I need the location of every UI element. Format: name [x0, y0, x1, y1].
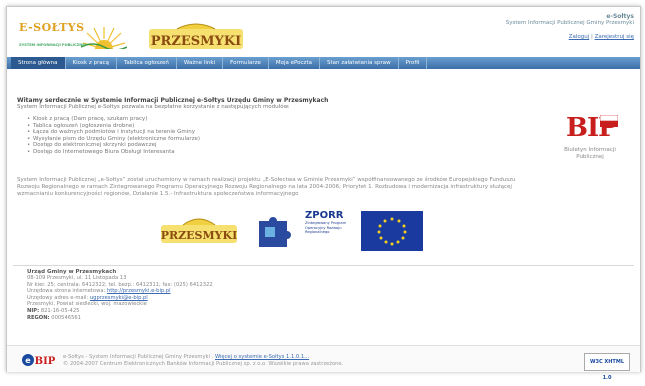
footer-copyright: © 2004-2007 Centrum Elektronicznych Bank… — [63, 361, 344, 367]
website-link[interactable]: http://przesmyki.e-bip.pl — [107, 288, 171, 294]
regon-label: REGON: — [27, 314, 50, 321]
account-area: e-Sołtys System Informacji Publicznej Gm… — [506, 13, 634, 40]
more-about-link[interactable]: Więcej o systemie e-Sołtys 1.1.0.1... — [215, 354, 309, 360]
nav-item-job-kiosk[interactable]: Kiosk z pracą — [66, 57, 117, 69]
address-line: 08-109 Przesmyki, ul. 11 Listopada 13 — [27, 275, 127, 281]
email-label: Urzędowy adres e-mail: — [27, 294, 90, 301]
system-title: System Informacji Publicznej Gminy Przes… — [505, 20, 634, 26]
zporr-logo: ZPORR Zintegrowany Program Operacyjny Ro… — [305, 210, 355, 250]
nav-item-links[interactable]: Ważne linki — [177, 57, 224, 69]
esoltys-logo[interactable]: E-SOŁTYS SYSTEM INFORMACJI PUBLICZNEJ — [19, 21, 139, 53]
project-description: System Informacji Publicznej „e-Sołtys” … — [17, 177, 516, 197]
nip-value: 821-16-05-425 — [40, 307, 80, 314]
flag-icon — [600, 115, 618, 127]
bip-caption-1: Biuletyn Informacji — [564, 147, 616, 153]
footer: e BIP e-Sołtys - System Informacji Publi… — [7, 345, 640, 381]
przesmyki-logo-text: PRZESMYKI — [151, 34, 241, 49]
regon-value: 000546561 — [51, 314, 81, 321]
nip-label: NIP: — [27, 307, 40, 314]
nav-item-profile[interactable]: Profil — [399, 57, 428, 69]
nav-item-home[interactable]: Strona główna — [11, 57, 66, 69]
brand-title: e-Sołtys — [606, 13, 634, 20]
eu-flag — [361, 211, 423, 251]
esoltys-logo-text: E-SOŁTYS — [19, 21, 85, 34]
divider — [13, 265, 634, 266]
phone-line: Nr kier. 25; centrala: 6412322; tel. bez… — [27, 281, 213, 288]
email-link[interactable]: ugprzesmyki@e-bip.pl — [90, 295, 148, 301]
footer-text: e-Sołtys - System Informacji Publicznej … — [63, 354, 343, 368]
bip-logo: BIP — [562, 111, 618, 145]
welcome-intro: System Informacji Publicznej e-Sołtys po… — [17, 104, 290, 110]
nav-item-case-status[interactable]: Stan załatwiania spraw — [320, 57, 399, 69]
bip-caption-2: Publicznej — [576, 154, 604, 160]
welcome-section: Witamy serdecznie w Systemie Informacji … — [17, 97, 577, 155]
eu-stars-icon — [377, 217, 407, 246]
zporr-subtitle: Zintegrowany Program Operacyjny Rozwoju … — [305, 221, 347, 235]
nav-item-notice-board[interactable]: Tablica ogłoszeń — [117, 57, 177, 69]
przesmyki-sponsor-text: PRZESMYKI — [161, 229, 238, 242]
footer-line-1: e-Sołtys - System Informacji Publicznej … — [63, 354, 214, 360]
main-content: Witamy serdecznie w Systemie Informacji … — [7, 69, 640, 265]
list-item: Dostęp do Internetowego Biura Obsługi In… — [27, 149, 577, 156]
przesmyki-sponsor-logo: PRZESMYKI — [161, 218, 238, 243]
header: E-SOŁTYS SYSTEM INFORMACJI PUBLICZNEJ PR… — [7, 7, 640, 57]
nav-item-forms[interactable]: Formularze — [223, 57, 269, 69]
office-address: Urząd Gminy w Przesmykach 08-109 Przesmy… — [27, 269, 367, 321]
svg-text:BIP: BIP — [35, 356, 56, 367]
zporr-title: ZPORR — [305, 210, 344, 221]
welcome-heading: Witamy serdecznie w Systemie Informacji … — [17, 97, 329, 104]
przesmyki-logo[interactable]: PRZESMYKI — [147, 21, 245, 55]
login-link[interactable]: Zaloguj — [569, 34, 590, 40]
puzzle-emblem-icon — [259, 217, 291, 247]
sun-icon — [81, 27, 127, 49]
ebip-logo-icon[interactable]: e BIP — [21, 353, 57, 367]
esoltys-logo-subtitle: SYSTEM INFORMACJI PUBLICZNEJ — [19, 43, 87, 47]
email-line: Urzędowy adres e-mail: ugprzesmyki@e-bip… — [27, 295, 367, 302]
w3c-xhtml-badge[interactable]: W3C XHTML 1.0 — [584, 353, 630, 381]
register-link[interactable]: Zarejestruj się — [595, 34, 634, 40]
main-nav: Strona główna Kiosk z pracą Tablica ogło… — [7, 57, 640, 69]
svg-text:e: e — [25, 356, 31, 365]
regon-line: REGON: 000546561 — [27, 315, 367, 322]
bip-badge[interactable]: BIP Biuletyn Informacji Publicznej — [555, 111, 625, 161]
w3c-badge-text: W3C XHTML 1.0 — [589, 359, 625, 381]
region-line: Przesmyki, Powiat siedlecki, woj. mazowi… — [27, 301, 147, 308]
nip-line: NIP: 821-16-05-425 — [27, 308, 367, 315]
module-list: Kiosk z pracą (Dam pracę, szukam pracy) … — [27, 116, 577, 156]
website-label: Urzędowa strona internetowa: — [27, 288, 107, 295]
page-frame: E-SOŁTYS SYSTEM INFORMACJI PUBLICZNEJ PR… — [6, 6, 641, 381]
link-separator: | — [590, 34, 593, 40]
website-line: Urzędowa strona internetowa: http://prze… — [27, 288, 367, 295]
nav-item-epoczta[interactable]: Moja ePoczta — [269, 57, 320, 69]
